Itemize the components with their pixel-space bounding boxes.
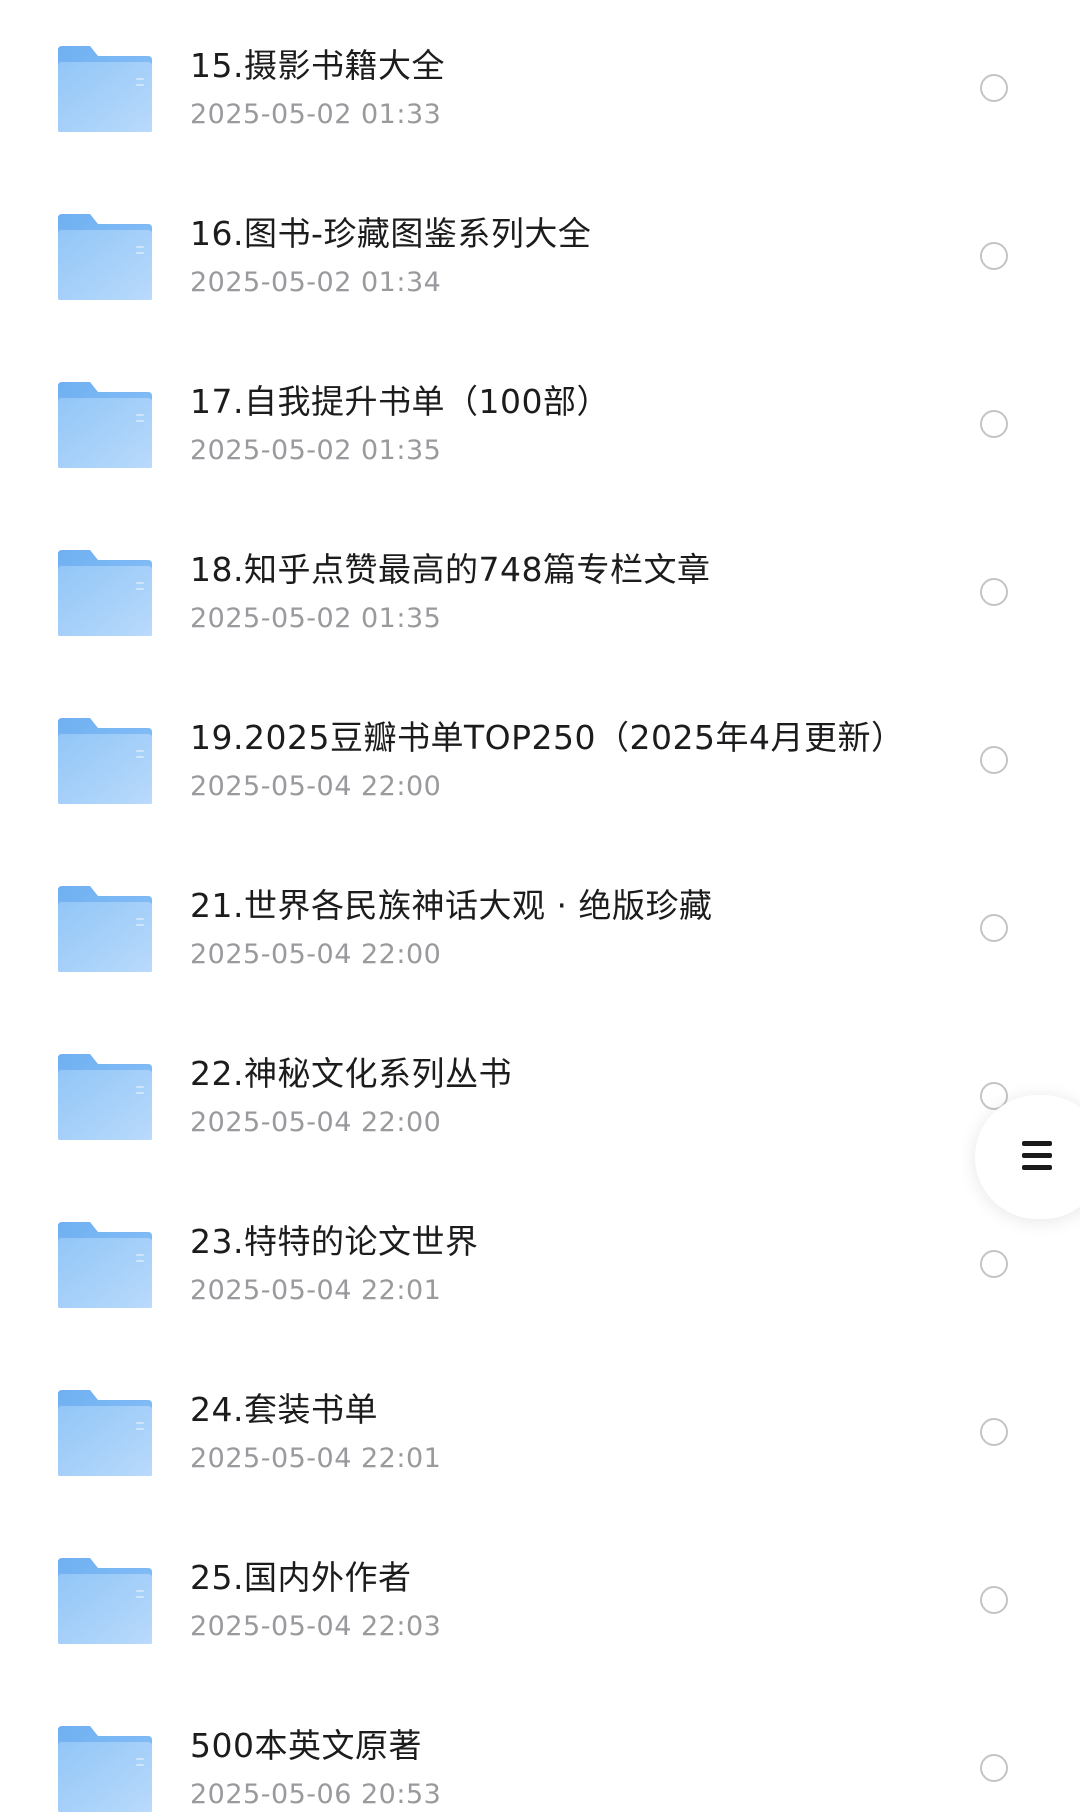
folder-icon: [56, 44, 154, 134]
folder-icon: [56, 1724, 154, 1814]
select-radio[interactable]: [980, 1418, 1008, 1446]
folder-icon: [56, 548, 154, 638]
menu-icon: [1022, 1141, 1052, 1173]
item-title: 19.2025豆瓣书单TOP250（2025年4月更新）: [190, 718, 905, 757]
item-date: 2025-05-02 01:34: [190, 267, 442, 298]
list-item[interactable]: 25.国内外作者 2025-05-04 22:03: [0, 1512, 1080, 1680]
item-date: 2025-05-04 22:00: [190, 1107, 442, 1138]
list-item[interactable]: 24.套装书单 2025-05-04 22:01: [0, 1344, 1080, 1512]
item-title: 22.神秘文化系列丛书: [190, 1054, 512, 1093]
select-radio[interactable]: [980, 746, 1008, 774]
list-item[interactable]: 17.自我提升书单（100部） 2025-05-02 01:35: [0, 336, 1080, 504]
folder-icon: [56, 1052, 154, 1142]
item-title: 17.自我提升书单（100部）: [190, 382, 610, 421]
item-title: 23.特特的论文世界: [190, 1222, 479, 1261]
select-radio[interactable]: [980, 1250, 1008, 1278]
folder-icon: [56, 1388, 154, 1478]
item-title: 15.摄影书籍大全: [190, 46, 445, 85]
item-title: 24.套装书单: [190, 1390, 378, 1429]
list-item[interactable]: 500本英文原著 2025-05-06 20:53: [0, 1680, 1080, 1814]
item-title: 18.知乎点赞最高的748篇专栏文章: [190, 550, 711, 589]
folder-icon: [56, 716, 154, 806]
folder-icon: [56, 380, 154, 470]
item-title: 21.世界各民族神话大观 · 绝版珍藏: [190, 886, 713, 925]
item-title: 500本英文原著: [190, 1726, 422, 1765]
list-item[interactable]: 23.特特的论文世界 2025-05-04 22:01: [0, 1176, 1080, 1344]
item-date: 2025-05-02 01:33: [190, 99, 442, 130]
item-date: 2025-05-04 22:01: [190, 1443, 442, 1474]
item-date: 2025-05-04 22:00: [190, 771, 442, 802]
list-item[interactable]: 21.世界各民族神话大观 · 绝版珍藏 2025-05-04 22:00: [0, 840, 1080, 1008]
folder-icon: [56, 1556, 154, 1646]
item-date: 2025-05-02 01:35: [190, 435, 442, 466]
list-item[interactable]: 16.图书-珍藏图鉴系列大全 2025-05-02 01:34: [0, 168, 1080, 336]
folder-icon: [56, 884, 154, 974]
select-radio[interactable]: [980, 578, 1008, 606]
select-radio[interactable]: [980, 1586, 1008, 1614]
item-title: 25.国内外作者: [190, 1558, 412, 1597]
select-radio[interactable]: [980, 74, 1008, 102]
select-radio[interactable]: [980, 410, 1008, 438]
select-radio[interactable]: [980, 242, 1008, 270]
item-date: 2025-05-06 20:53: [190, 1779, 442, 1810]
item-date: 2025-05-04 22:03: [190, 1611, 442, 1642]
list-item[interactable]: 22.神秘文化系列丛书 2025-05-04 22:00: [0, 1008, 1080, 1176]
select-radio[interactable]: [980, 914, 1008, 942]
list-item[interactable]: 15.摄影书籍大全 2025-05-02 01:33: [0, 0, 1080, 168]
item-date: 2025-05-04 22:01: [190, 1275, 442, 1306]
folder-icon: [56, 1220, 154, 1310]
list-item[interactable]: 18.知乎点赞最高的748篇专栏文章 2025-05-02 01:35: [0, 504, 1080, 672]
list-item[interactable]: 19.2025豆瓣书单TOP250（2025年4月更新） 2025-05-04 …: [0, 672, 1080, 840]
item-date: 2025-05-04 22:00: [190, 939, 442, 970]
item-date: 2025-05-02 01:35: [190, 603, 442, 634]
item-title: 16.图书-珍藏图鉴系列大全: [190, 214, 592, 253]
folder-icon: [56, 212, 154, 302]
select-radio[interactable]: [980, 1754, 1008, 1782]
